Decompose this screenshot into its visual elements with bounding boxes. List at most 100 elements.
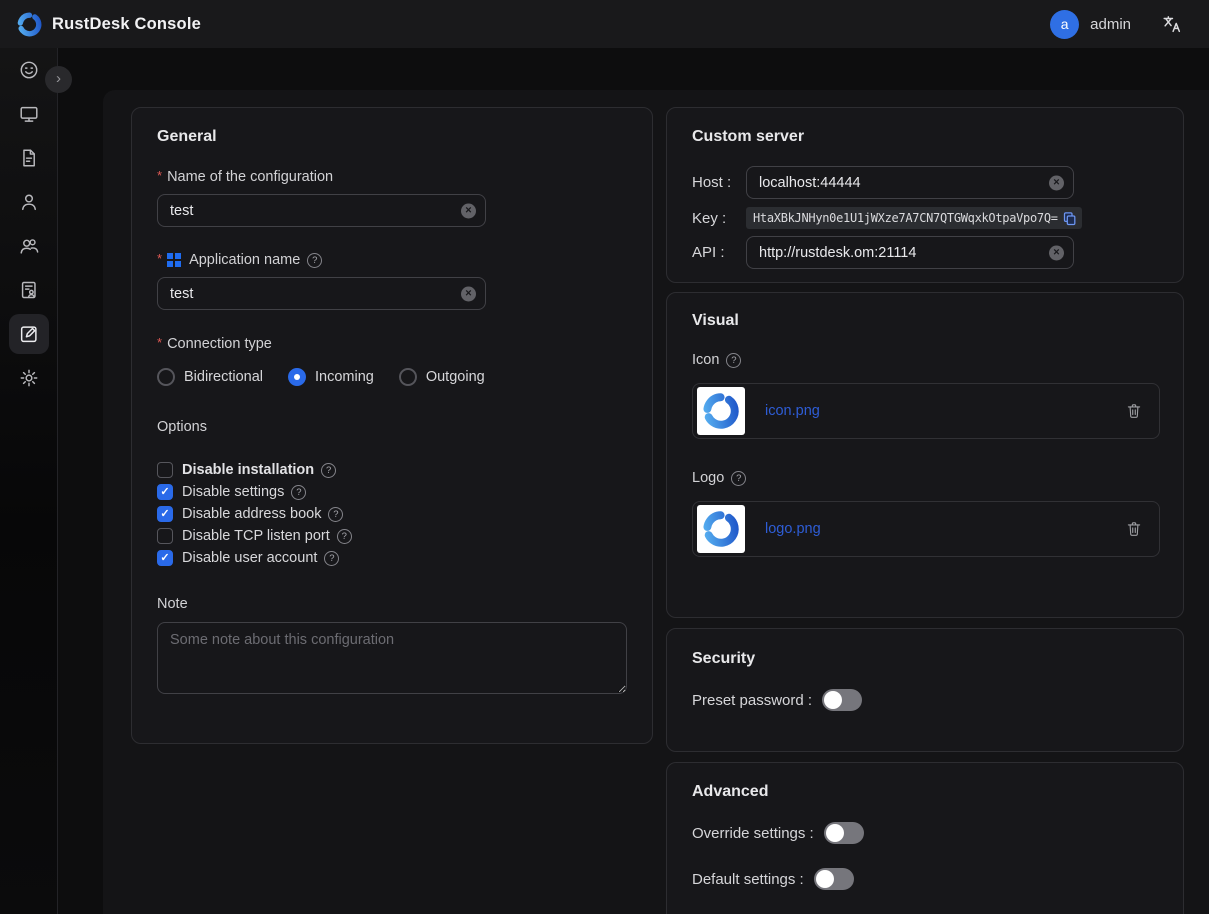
- translate-icon[interactable]: [1161, 13, 1183, 35]
- note-textarea[interactable]: [157, 622, 627, 694]
- checkbox-unchecked[interactable]: [157, 528, 173, 544]
- visual-title: Visual: [692, 312, 1158, 330]
- radio-circle: [399, 368, 417, 386]
- key-value: HtaXBkJNHyn0e1U1jWXze7A7CN7QTGWqxkOtpaVp…: [753, 211, 1058, 225]
- logo-upload-row: logo.png: [692, 501, 1160, 557]
- host-row: Host : ×: [692, 166, 1158, 199]
- checkbox-checked[interactable]: [157, 506, 173, 522]
- help-icon[interactable]: ?: [291, 485, 306, 500]
- topbar-right: a admin: [1050, 10, 1195, 39]
- config-name-input[interactable]: [157, 194, 486, 227]
- help-icon[interactable]: ?: [726, 353, 741, 368]
- required-marker: *: [157, 168, 162, 183]
- sidebar-expand-button[interactable]: ›: [45, 66, 72, 93]
- override-settings-row: Override settings :: [692, 822, 1158, 844]
- logo-label: Logo ?: [692, 470, 1158, 486]
- app-name-input[interactable]: [157, 277, 486, 310]
- config-name-label: * Name of the configuration: [157, 169, 627, 185]
- clear-icon[interactable]: ×: [461, 286, 476, 301]
- user-avatar[interactable]: a: [1050, 10, 1079, 39]
- clear-icon[interactable]: ×: [1049, 245, 1064, 260]
- clear-icon[interactable]: ×: [461, 203, 476, 218]
- rustdesk-logo-icon: [701, 509, 741, 549]
- rustdesk-logo-icon: [16, 11, 43, 38]
- trash-icon[interactable]: [1125, 520, 1143, 538]
- icon-label: Icon ?: [692, 352, 1158, 368]
- sidebar-item-settings[interactable]: [0, 356, 58, 400]
- required-marker: *: [157, 251, 162, 266]
- gear-icon: [9, 358, 49, 398]
- default-settings-row: Default settings :: [692, 868, 1158, 890]
- toggle-knob: [824, 691, 842, 709]
- advanced-card: Advanced Override settings : Default set…: [666, 762, 1184, 914]
- option-disable-user-account[interactable]: Disable user account ?: [157, 547, 627, 569]
- logo-filename-link[interactable]: logo.png: [765, 521, 821, 537]
- icon-thumbnail: [697, 387, 745, 435]
- sidebar-item-sessions[interactable]: [0, 136, 58, 180]
- api-row: API : ×: [692, 236, 1158, 269]
- connection-type-radios: Bidirectional Incoming Outgoing: [157, 368, 627, 386]
- general-title: General: [157, 128, 627, 146]
- icon-filename-link[interactable]: icon.png: [765, 403, 820, 419]
- custom-server-title: Custom server: [692, 128, 1158, 146]
- help-icon[interactable]: ?: [307, 253, 322, 268]
- preset-password-label: Preset password :: [692, 692, 812, 709]
- main-content: General * Name of the configuration × * …: [103, 90, 1209, 914]
- option-disable-settings[interactable]: Disable settings ?: [157, 481, 627, 503]
- radio-bidirectional[interactable]: Bidirectional: [157, 368, 263, 386]
- api-label: API :: [692, 244, 746, 261]
- sidebar-item-custom-client[interactable]: [0, 312, 58, 356]
- help-icon[interactable]: ?: [337, 529, 352, 544]
- option-disable-installation[interactable]: Disable installation ?: [157, 459, 627, 481]
- sidebar-item-groups[interactable]: [0, 224, 58, 268]
- checkbox-checked[interactable]: [157, 484, 173, 500]
- advanced-title: Advanced: [692, 783, 1158, 801]
- user-name[interactable]: admin: [1090, 16, 1131, 33]
- trash-icon[interactable]: [1125, 402, 1143, 420]
- toggle-knob: [826, 824, 844, 842]
- monitor-icon: [9, 94, 49, 134]
- toggle-knob: [816, 870, 834, 888]
- help-icon[interactable]: ?: [321, 463, 336, 478]
- radio-incoming[interactable]: Incoming: [288, 368, 374, 386]
- host-input-wrap: ×: [746, 166, 1074, 199]
- api-input-wrap: ×: [746, 236, 1074, 269]
- clear-icon[interactable]: ×: [1049, 175, 1064, 190]
- sidebar-item-audit[interactable]: [0, 268, 58, 312]
- option-disable-address-book[interactable]: Disable address book ?: [157, 503, 627, 525]
- sidebar-item-devices[interactable]: [0, 92, 58, 136]
- checkbox-unchecked[interactable]: [157, 462, 173, 478]
- app-name-label: * Application name ?: [157, 252, 627, 268]
- user-group-icon: [9, 226, 49, 266]
- config-name-input-wrap: ×: [157, 194, 486, 227]
- rustdesk-console-app: RustDesk Console a admin: [0, 0, 1209, 914]
- override-settings-toggle[interactable]: [824, 822, 864, 844]
- radio-circle-selected: [288, 368, 306, 386]
- key-value-chip[interactable]: HtaXBkJNHyn0e1U1jWXze7A7CN7QTGWqxkOtpaVp…: [746, 207, 1082, 229]
- key-row: Key : HtaXBkJNHyn0e1U1jWXze7A7CN7QTGWqxk…: [692, 207, 1158, 229]
- key-label: Key :: [692, 210, 746, 227]
- note-label: Note: [157, 596, 627, 612]
- smiley-icon: [9, 50, 49, 90]
- option-disable-tcp-listen-port[interactable]: Disable TCP listen port ?: [157, 525, 627, 547]
- copy-icon[interactable]: [1062, 211, 1077, 226]
- help-icon[interactable]: ?: [324, 551, 339, 566]
- help-icon[interactable]: ?: [328, 507, 343, 522]
- checkbox-checked[interactable]: [157, 550, 173, 566]
- override-settings-label: Override settings :: [692, 825, 814, 842]
- required-marker: *: [157, 335, 162, 350]
- options-label: Options: [157, 419, 627, 435]
- radio-outgoing[interactable]: Outgoing: [399, 368, 485, 386]
- topbar: RustDesk Console a admin: [0, 0, 1209, 48]
- host-input[interactable]: [746, 166, 1074, 199]
- api-input[interactable]: [746, 236, 1074, 269]
- sidebar-nav: [0, 48, 58, 914]
- sidebar-item-users[interactable]: [0, 180, 58, 224]
- preset-password-toggle[interactable]: [822, 689, 862, 711]
- preset-password-row: Preset password :: [692, 689, 1158, 711]
- general-card: General * Name of the configuration × * …: [131, 107, 653, 744]
- default-settings-toggle[interactable]: [814, 868, 854, 890]
- visual-card: Visual Icon ? icon.png: [666, 292, 1184, 618]
- help-icon[interactable]: ?: [731, 471, 746, 486]
- windows-icon: [167, 253, 181, 267]
